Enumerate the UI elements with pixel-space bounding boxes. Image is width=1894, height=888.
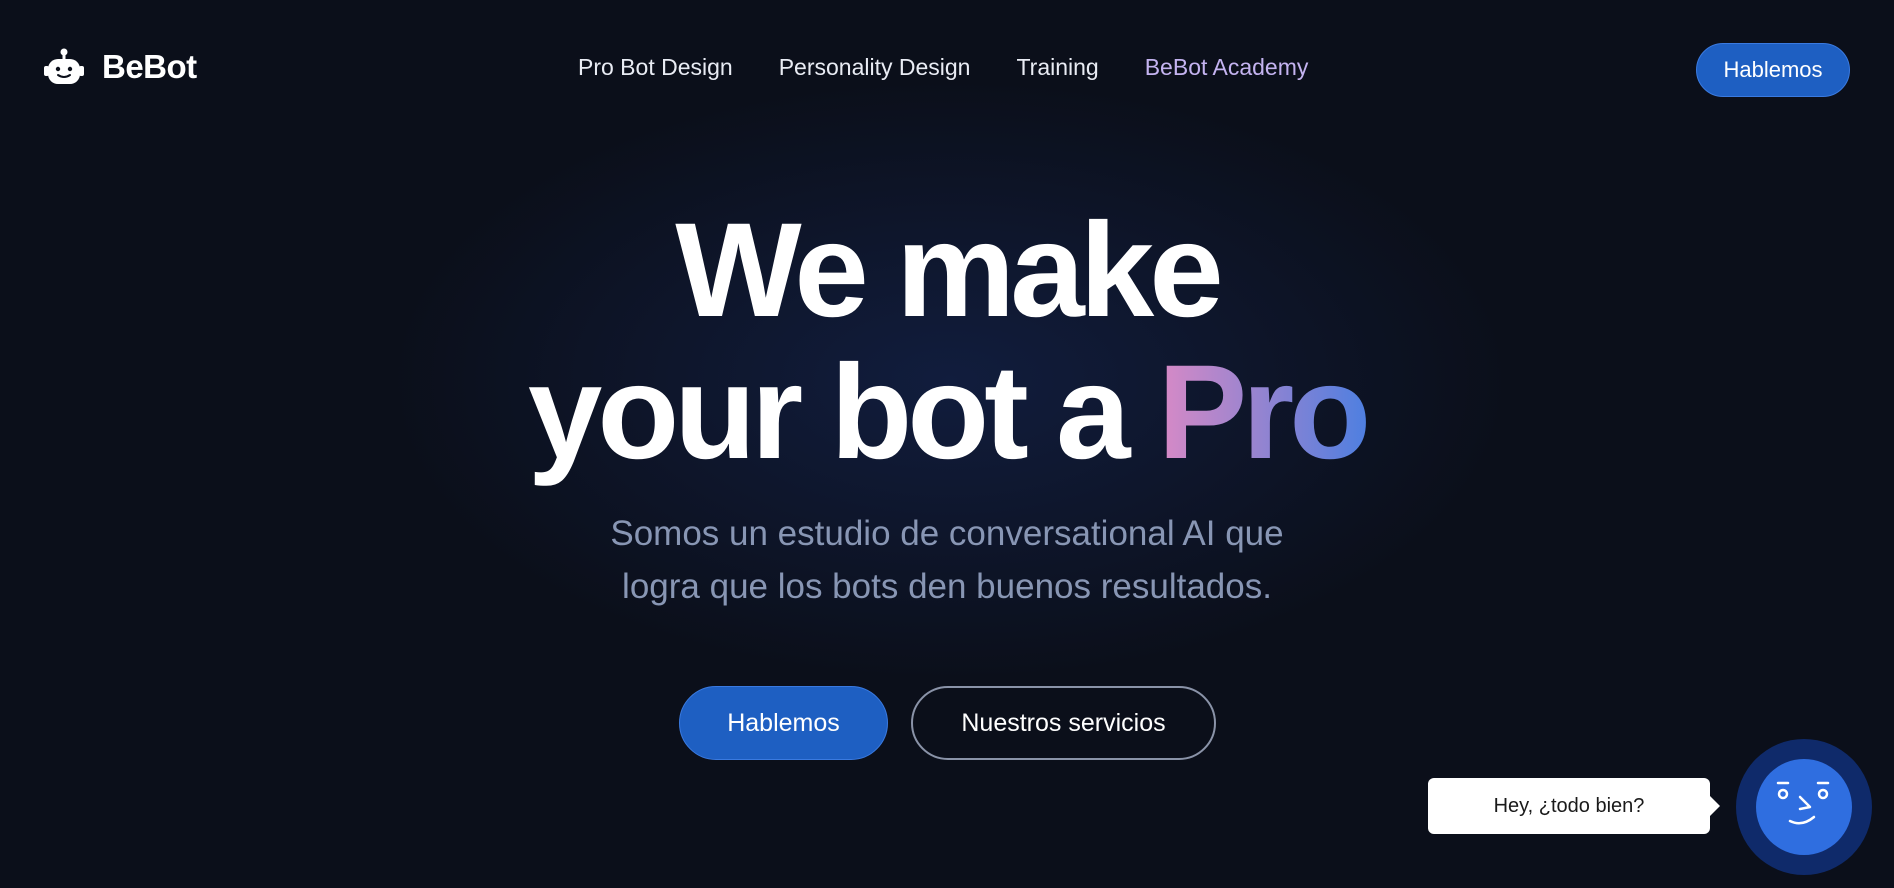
nuestros-servicios-button[interactable]: Nuestros servicios <box>911 686 1216 760</box>
hero-title-accent: Pro <box>1157 338 1371 487</box>
header-hablemos-button[interactable]: Hablemos <box>1696 43 1850 97</box>
nav-item-bebot-academy[interactable]: BeBot Academy <box>1145 54 1309 81</box>
nav-item-personality-design[interactable]: Personality Design <box>779 54 971 81</box>
main-nav: Pro Bot Design Personality Design Traini… <box>578 54 1308 81</box>
brand-logo[interactable]: BeBot <box>44 48 197 86</box>
hero-subtitle: Somos un estudio de conversational AI qu… <box>0 507 1894 613</box>
nav-item-training[interactable]: Training <box>1016 54 1098 81</box>
page: BeBot Pro Bot Design Personality Design … <box>0 0 1894 888</box>
hero-title-line2-prefix: your bot a <box>527 338 1158 487</box>
hero-title: We make your bot a Pro <box>0 200 1894 484</box>
chat-greeting-bubble[interactable]: Hey, ¿todo bien? <box>1428 778 1720 834</box>
hablemos-button[interactable]: Hablemos <box>679 686 888 760</box>
bot-face-icon <box>1772 777 1836 838</box>
hero-subtitle-line1: Somos un estudio de conversational AI qu… <box>610 514 1284 553</box>
chat-launcher-face <box>1756 759 1852 855</box>
robot-head-icon <box>44 48 84 86</box>
hero-subtitle-line2: logra que los bots den buenos resultados… <box>622 567 1272 606</box>
chat-launcher-button[interactable] <box>1736 739 1872 875</box>
hero-title-line1: We make <box>675 196 1224 345</box>
brand-name: BeBot <box>102 48 197 85</box>
chat-greeting-text: Hey, ¿todo bien? <box>1493 794 1645 817</box>
hero-title-line2: your bot a Pro <box>0 342 1894 484</box>
nav-item-pro-bot-design[interactable]: Pro Bot Design <box>578 54 733 81</box>
